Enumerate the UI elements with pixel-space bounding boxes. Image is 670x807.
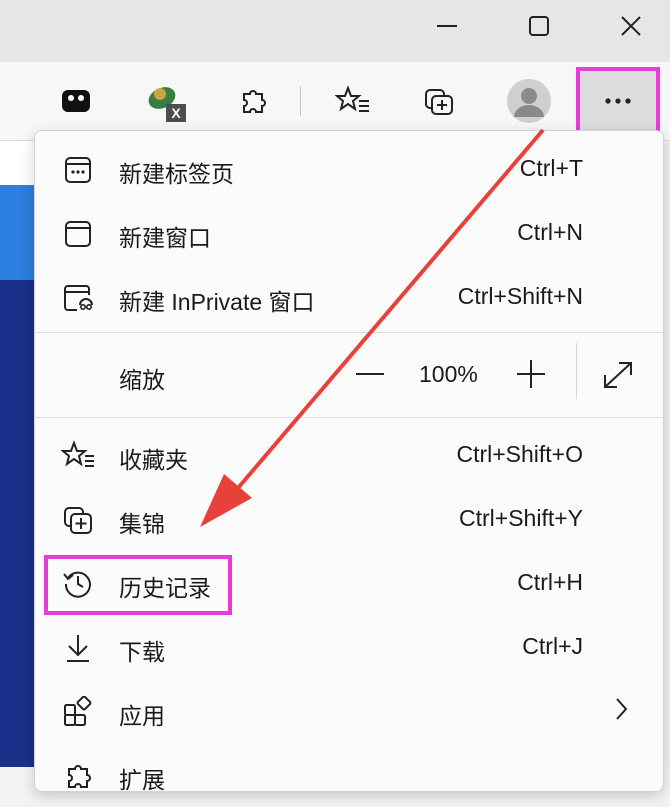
extensions-button[interactable]: [230, 78, 276, 124]
close-button[interactable]: [606, 6, 656, 46]
menu-item-downloads[interactable]: 下载 Ctrl+J: [35, 615, 663, 679]
menu-item-zoom: 缩放 100%: [35, 343, 663, 409]
fullscreen-button[interactable]: [601, 359, 635, 397]
maximize-button[interactable]: [514, 6, 564, 46]
menu-divider: [35, 332, 663, 333]
submenu-arrow: [613, 695, 629, 729]
zoom-value: 100%: [419, 361, 478, 387]
title-bar: [0, 0, 670, 62]
zoom-separator: [576, 343, 577, 399]
favorites-button[interactable]: [330, 78, 376, 124]
profile-button[interactable]: [506, 78, 552, 124]
extensions-icon: [243, 90, 266, 113]
extensions-icon: [61, 759, 95, 793]
download-icon: [61, 631, 95, 665]
menu-divider: [35, 417, 663, 418]
collections-icon: [61, 503, 95, 537]
close-icon: [621, 16, 641, 36]
page-content-banner: [0, 185, 34, 280]
menu-item-apps[interactable]: 应用: [35, 679, 663, 743]
svg-text:X: X: [171, 105, 181, 121]
minimize-button[interactable]: [422, 6, 472, 46]
settings-and-more-button[interactable]: [576, 67, 660, 135]
zoom-out-button[interactable]: [353, 359, 387, 395]
menu-item-shortcut: Ctrl+Shift+O: [456, 441, 583, 467]
menu-item-label: 新建标签页: [119, 161, 234, 187]
page-content-dark: [0, 280, 34, 767]
extension-x-button[interactable]: X: [144, 78, 190, 124]
menu-item-new-tab[interactable]: 新建标签页 Ctrl+T: [35, 137, 663, 201]
menu-item-shortcut: Ctrl+Shift+Y: [459, 505, 583, 531]
plus-icon: [517, 360, 545, 388]
favorites-icon: [61, 439, 95, 473]
menu-item-label: 集锦: [119, 511, 165, 537]
menu-item-label: 扩展: [119, 767, 165, 793]
more-icon: [605, 98, 631, 104]
settings-menu: 新建标签页 Ctrl+T 新建窗口 Ctrl+N 新建 InPrivate 窗口…: [34, 130, 664, 793]
zoom-label: 缩放: [119, 367, 165, 393]
menu-item-new-window[interactable]: 新建窗口 Ctrl+N: [35, 201, 663, 265]
menu-item-shortcut: Ctrl+T: [519, 155, 583, 181]
menu-item-favorites[interactable]: 收藏夹 Ctrl+Shift+O: [35, 423, 663, 487]
chevron-right-icon: [616, 698, 628, 720]
game-extension-button[interactable]: [53, 78, 99, 124]
profile-icon: [507, 79, 551, 123]
apps-icon: [61, 695, 95, 729]
toolbar-divider: [300, 86, 301, 116]
zoom-in-button[interactable]: [515, 359, 547, 395]
collections-button[interactable]: [416, 78, 462, 124]
menu-item-label: 新建 InPrivate 窗口: [119, 289, 315, 315]
menu-item-shortcut: Ctrl+Shift+N: [457, 283, 583, 309]
menu-item-shortcut: Ctrl+H: [517, 569, 583, 595]
history-highlight-box: [44, 555, 232, 615]
favorites-icon: [335, 85, 369, 112]
maximize-icon: [529, 16, 549, 36]
game-icon: [62, 90, 90, 112]
menu-item-label: 收藏夹: [119, 447, 188, 473]
inprivate-icon: [61, 281, 95, 315]
collections-icon: [425, 89, 453, 115]
new-window-icon: [61, 217, 95, 251]
new-tab-icon: [61, 153, 95, 187]
menu-item-label: 新建窗口: [119, 225, 211, 251]
menu-item-extensions[interactable]: 扩展: [35, 743, 663, 807]
minus-icon: [356, 373, 384, 375]
menu-item-shortcut: Ctrl+J: [522, 633, 583, 659]
extension-x-icon: X: [148, 87, 186, 122]
menu-item-new-inprivate-window[interactable]: 新建 InPrivate 窗口 Ctrl+Shift+N: [35, 265, 663, 329]
minimize-icon: [437, 25, 457, 27]
fullscreen-icon: [604, 362, 632, 388]
menu-item-label: 下载: [119, 639, 165, 665]
menu-item-label: 应用: [119, 703, 165, 729]
menu-item-collections[interactable]: 集锦 Ctrl+Shift+Y: [35, 487, 663, 551]
menu-item-shortcut: Ctrl+N: [517, 219, 583, 245]
